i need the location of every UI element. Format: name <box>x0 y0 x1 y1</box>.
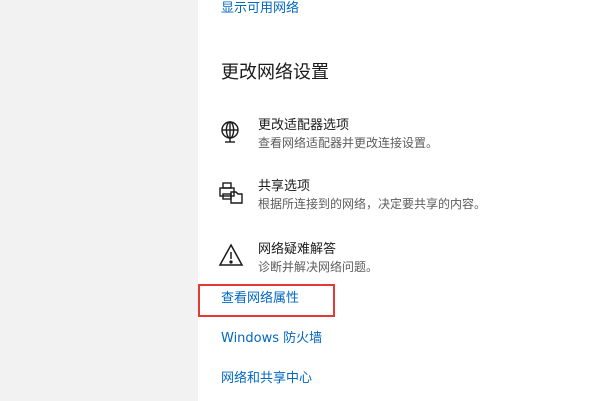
sharing-options-desc: 根据所连接到的网络，决定要共享的内容。 <box>258 197 487 211</box>
change-adapter-options-item[interactable]: 更改适配器选项 查看网络适配器并更改连接设置。 <box>218 117 598 157</box>
change-adapter-options-desc: 查看网络适配器并更改连接设置。 <box>258 136 439 150</box>
network-troubleshooter-desc: 诊断并解决网络问题。 <box>258 260 379 274</box>
sharing-printer-icon <box>218 180 244 206</box>
network-troubleshooter-item[interactable]: 网络疑难解答 诊断并解决网络问题。 <box>218 241 598 281</box>
network-settings-main: 显示可用网络 更改网络设置 更改适配器选项 查看网络适配器并更改连接设置。 共享… <box>198 0 600 401</box>
sharing-options-item[interactable]: 共享选项 根据所连接到的网络，决定要共享的内容。 <box>218 178 598 218</box>
show-available-networks-link[interactable]: 显示可用网络 <box>221 0 299 18</box>
sharing-options-title: 共享选项 <box>258 179 311 194</box>
warning-triangle-icon <box>218 243 244 269</box>
change-network-settings-heading: 更改网络设置 <box>221 62 329 83</box>
network-sharing-center-link[interactable]: 网络和共享中心 <box>221 370 312 388</box>
network-troubleshooter-title: 网络疑难解答 <box>258 242 337 257</box>
adapter-globe-icon <box>218 119 244 145</box>
view-network-properties-link[interactable]: 查看网络属性 <box>221 290 299 308</box>
change-adapter-options-title: 更改适配器选项 <box>258 118 350 133</box>
windows-firewall-link[interactable]: Windows 防火墙 <box>221 330 322 348</box>
sidebar-panel <box>0 0 198 401</box>
